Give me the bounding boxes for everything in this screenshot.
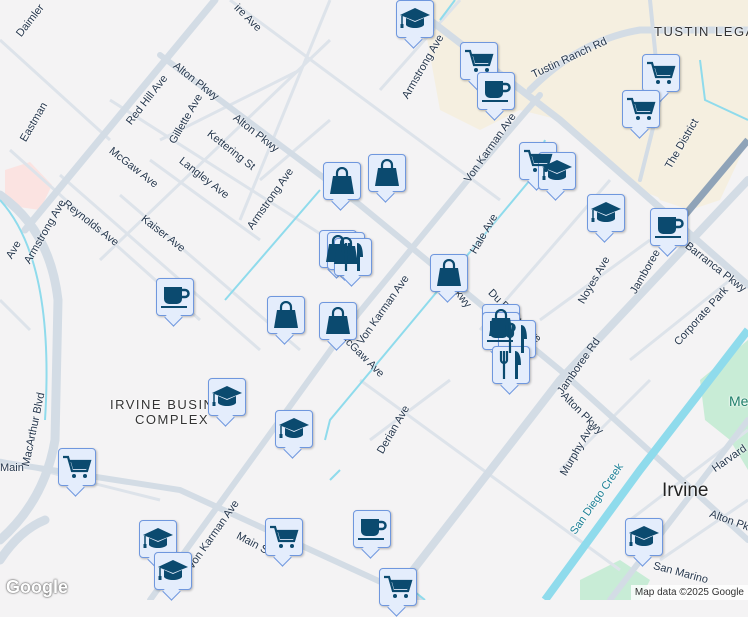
coffee-marker[interactable] <box>477 72 515 110</box>
school-icon <box>542 160 572 180</box>
shopping-bag-icon <box>326 307 350 334</box>
shopping-cart-marker[interactable] <box>622 90 660 128</box>
shopping-cart-icon <box>63 455 92 478</box>
school-icon <box>158 560 188 580</box>
shopping-bag-marker[interactable] <box>319 302 357 340</box>
shopping-bag-marker[interactable] <box>368 154 406 192</box>
google-logo: Google <box>6 577 68 597</box>
shopping-bag-icon <box>274 301 298 328</box>
shopping-bag-marker[interactable] <box>430 254 468 292</box>
coffee-marker[interactable] <box>650 208 688 246</box>
school-marker[interactable] <box>396 0 434 38</box>
coffee-icon <box>358 519 387 540</box>
school-icon <box>591 202 621 222</box>
shopping-cart-icon <box>384 575 413 598</box>
school-icon <box>400 8 430 28</box>
school-icon <box>279 418 309 438</box>
shopping-cart-icon <box>465 49 494 72</box>
shopping-cart-icon <box>627 97 656 120</box>
shopping-bag-icon <box>437 259 461 286</box>
city-label: Irvine <box>662 480 709 501</box>
school-marker[interactable] <box>154 552 192 590</box>
shopping-bag-marker[interactable] <box>323 162 361 200</box>
shopping-cart-marker[interactable] <box>58 448 96 486</box>
school-marker[interactable] <box>587 194 625 232</box>
coffee-marker[interactable] <box>353 510 391 548</box>
coffee-marker[interactable] <box>156 278 194 316</box>
shopping-bag-icon <box>330 167 354 194</box>
school-icon <box>212 386 242 406</box>
shopping-bag-icon <box>375 159 399 186</box>
school-icon <box>629 526 659 546</box>
shopping-cart-marker[interactable] <box>265 518 303 556</box>
shopping-cart-marker[interactable] <box>642 54 680 92</box>
restaurant-icon <box>499 351 521 379</box>
area-label: TUSTIN LEGA <box>654 24 748 39</box>
coffee-icon <box>161 287 190 308</box>
restaurant-marker[interactable] <box>334 238 372 276</box>
coffee-icon <box>655 217 684 238</box>
shopping-cart-icon <box>647 61 676 84</box>
shopping-cart-icon <box>270 525 299 548</box>
area-label: COMPLEX <box>135 412 210 427</box>
map-attribution[interactable]: Map data ©2025 Google <box>630 585 748 600</box>
restaurant-icon <box>341 243 363 271</box>
school-marker[interactable] <box>625 518 663 556</box>
school-icon <box>143 528 173 548</box>
shopping-cart-marker[interactable] <box>379 568 417 606</box>
street-label: Main <box>0 462 24 474</box>
school-marker[interactable] <box>208 378 246 416</box>
shopping-bag-marker[interactable] <box>267 296 305 334</box>
school-marker[interactable] <box>275 410 313 448</box>
park-label: Me <box>729 393 748 409</box>
coffee-icon <box>482 81 511 102</box>
